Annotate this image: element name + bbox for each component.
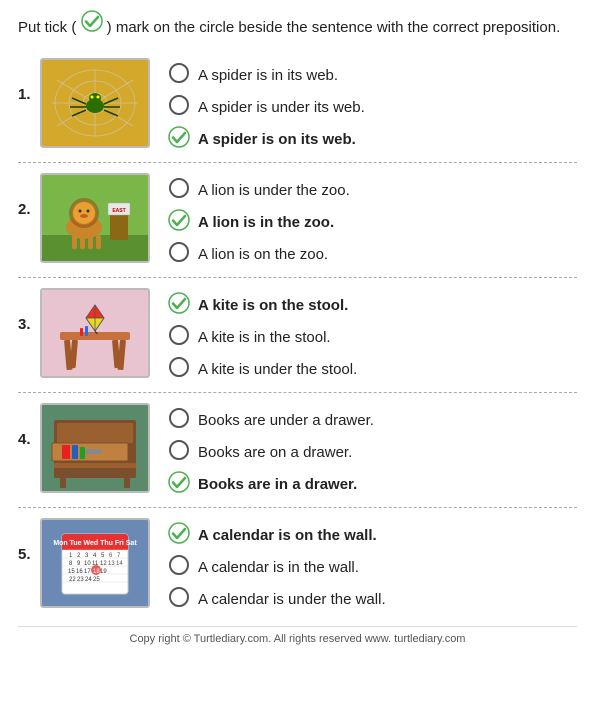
svg-text:10: 10: [84, 561, 91, 567]
option-text-4-3: Books are in a drawer.: [198, 476, 357, 493]
option-text-3-2: A kite is in the stool.: [198, 329, 331, 346]
radio-empty-icon[interactable]: [168, 94, 190, 120]
svg-text:17: 17: [84, 569, 91, 575]
radio-empty-icon[interactable]: [168, 439, 190, 461]
option-row-2-1[interactable]: A lion is under the zoo.: [168, 177, 350, 203]
question-block-2: 2. EAST: [18, 163, 577, 278]
radio-checked-icon[interactable]: [168, 292, 190, 318]
svg-text:12: 12: [100, 561, 107, 567]
radio-empty-icon[interactable]: [168, 356, 190, 382]
radio-empty-icon[interactable]: [168, 356, 190, 378]
radio-checked-icon[interactable]: [168, 522, 190, 548]
option-text-5-1: A calendar is on the wall.: [198, 527, 377, 544]
radio-checked-icon[interactable]: [168, 471, 190, 497]
svg-text:22: 22: [69, 577, 76, 583]
option-row-1-1[interactable]: A spider is in its web.: [168, 62, 365, 88]
tick-checked-icon: [168, 126, 190, 148]
option-row-4-2[interactable]: Books are on a drawer.: [168, 439, 374, 465]
question-image-4: [40, 403, 150, 493]
svg-text:15: 15: [68, 569, 75, 575]
radio-empty-icon[interactable]: [168, 324, 190, 350]
radio-empty-icon[interactable]: [168, 586, 190, 608]
option-row-2-3[interactable]: A lion is on the zoo.: [168, 241, 350, 267]
radio-empty-icon[interactable]: [168, 94, 190, 116]
tick-checked-icon: [168, 209, 190, 231]
tick-checked-icon: [168, 471, 190, 493]
radio-empty-icon[interactable]: [168, 241, 190, 263]
question-options-4: Books are under a drawer. Books are on a…: [168, 403, 374, 497]
radio-empty-icon[interactable]: [168, 439, 190, 465]
question-image-3: [40, 288, 150, 378]
tick-icon-inline: [81, 10, 103, 32]
svg-text:19: 19: [100, 569, 107, 575]
option-row-3-3[interactable]: A kite is under the stool.: [168, 356, 357, 382]
tick-checked-icon: [168, 292, 190, 314]
question-block-4: 4. Books are under a drawer.: [18, 393, 577, 508]
question-options-1: A spider is in its web. A spider is unde…: [168, 58, 365, 152]
page: Put tick ( ) mark on the circle beside t…: [0, 0, 595, 655]
radio-empty-icon[interactable]: [168, 62, 190, 84]
questions-container: 1.: [18, 48, 577, 622]
option-text-2-2: A lion is in the zoo.: [198, 214, 334, 231]
radio-empty-icon[interactable]: [168, 177, 190, 203]
question-number-2: 2.: [18, 173, 40, 218]
question-image-2: EAST: [40, 173, 150, 263]
question-image-5: Mon Tue Wed Thu Fri Sat 1 2 3 4 5 6 7 8 …: [40, 518, 150, 608]
option-row-1-2[interactable]: A spider is under its web.: [168, 94, 365, 120]
option-text-4-1: Books are under a drawer.: [198, 412, 374, 429]
radio-empty-icon[interactable]: [168, 324, 190, 346]
svg-text:24: 24: [85, 577, 92, 583]
radio-empty-icon[interactable]: [168, 62, 190, 88]
option-text-5-3: A calendar is under the wall.: [198, 591, 386, 608]
question-block-3: 3. A: [18, 278, 577, 393]
question-number-5: 5.: [18, 518, 40, 563]
radio-empty-icon[interactable]: [168, 407, 190, 429]
option-text-3-3: A kite is under the stool.: [198, 361, 357, 378]
radio-empty-icon[interactable]: [168, 241, 190, 267]
question-block-1: 1.: [18, 48, 577, 163]
radio-empty-icon[interactable]: [168, 407, 190, 433]
option-text-3-1: A kite is on the stool.: [198, 297, 348, 314]
option-text-2-1: A lion is under the zoo.: [198, 182, 350, 199]
question-block-5: 5. Mon Tue Wed Thu Fri Sat 1 2 3 4: [18, 508, 577, 622]
option-text-1-2: A spider is under its web.: [198, 99, 365, 116]
option-row-3-1[interactable]: A kite is on the stool.: [168, 292, 357, 318]
option-row-4-3[interactable]: Books are in a drawer.: [168, 471, 374, 497]
option-text-4-2: Books are on a drawer.: [198, 444, 352, 461]
option-row-1-3[interactable]: A spider is on its web.: [168, 126, 365, 152]
question-number-3: 3.: [18, 288, 40, 333]
svg-text:Mon Tue Wed Thu Fri Sat: Mon Tue Wed Thu Fri Sat: [53, 540, 137, 547]
tick-checked-icon: [168, 522, 190, 544]
radio-empty-icon[interactable]: [168, 586, 190, 612]
option-text-1-3: A spider is on its web.: [198, 131, 356, 148]
option-row-2-2[interactable]: A lion is in the zoo.: [168, 209, 350, 235]
radio-empty-icon[interactable]: [168, 554, 190, 576]
option-text-2-3: A lion is on the zoo.: [198, 246, 328, 263]
option-row-3-2[interactable]: A kite is in the stool.: [168, 324, 357, 350]
question-options-5: A calendar is on the wall. A calendar is…: [168, 518, 386, 612]
option-row-5-1[interactable]: A calendar is on the wall.: [168, 522, 386, 548]
radio-checked-icon[interactable]: [168, 126, 190, 152]
radio-empty-icon[interactable]: [168, 177, 190, 199]
svg-text:23: 23: [77, 577, 84, 583]
svg-text:16: 16: [76, 569, 83, 575]
radio-checked-icon[interactable]: [168, 209, 190, 235]
svg-text:13: 13: [108, 561, 115, 567]
question-number-4: 4.: [18, 403, 40, 448]
radio-empty-icon[interactable]: [168, 554, 190, 580]
instructions: Put tick ( ) mark on the circle beside t…: [18, 10, 577, 38]
svg-text:EAST: EAST: [112, 208, 125, 214]
svg-text:25: 25: [93, 577, 100, 583]
option-row-5-2[interactable]: A calendar is in the wall.: [168, 554, 386, 580]
question-image-1: [40, 58, 150, 148]
question-options-3: A kite is on the stool. A kite is in the…: [168, 288, 357, 382]
question-number-1: 1.: [18, 58, 40, 103]
question-options-2: A lion is under the zoo. A lion is in th…: [168, 173, 350, 267]
svg-text:14: 14: [116, 561, 123, 567]
option-text-1-1: A spider is in its web.: [198, 67, 338, 84]
option-row-5-3[interactable]: A calendar is under the wall.: [168, 586, 386, 612]
footer: Copy right © Turtlediary.com. All rights…: [18, 626, 577, 649]
option-row-4-1[interactable]: Books are under a drawer.: [168, 407, 374, 433]
option-text-5-2: A calendar is in the wall.: [198, 559, 359, 576]
